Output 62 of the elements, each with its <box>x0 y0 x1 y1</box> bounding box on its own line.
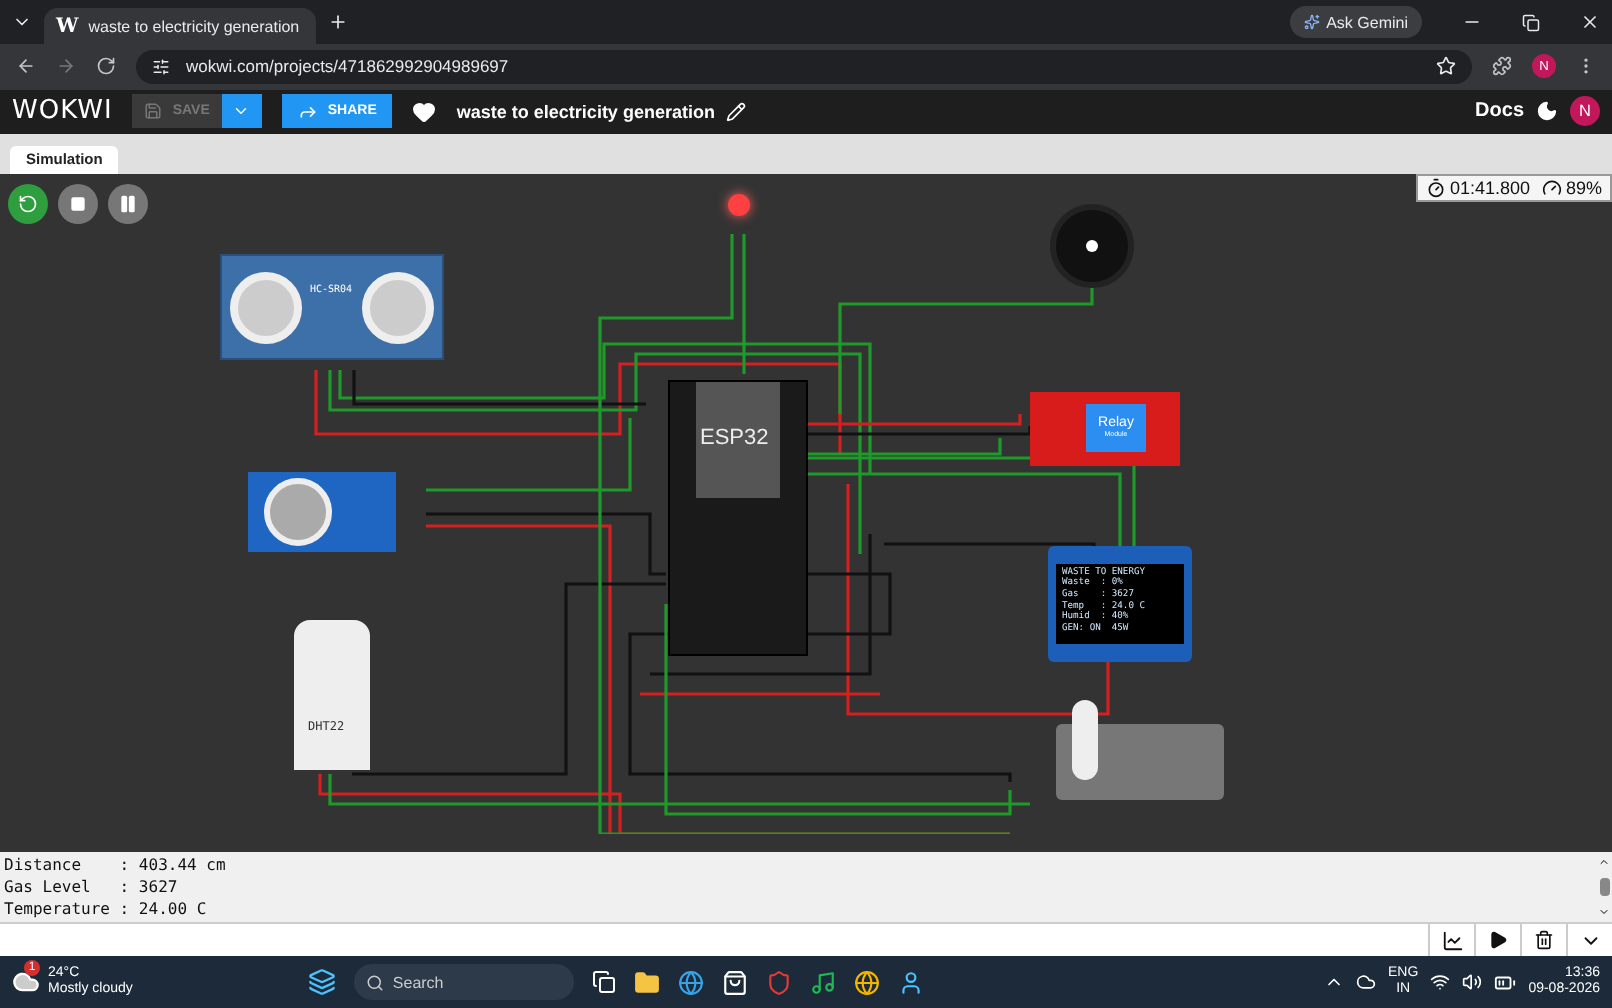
transducer-drawing <box>362 271 434 344</box>
cloud-icon[interactable] <box>1356 972 1377 993</box>
reload-icon[interactable] <box>96 56 116 77</box>
trash-icon <box>1534 930 1554 951</box>
share-icon <box>297 101 318 122</box>
chip-label: ESP32 <box>700 425 769 450</box>
site-logo: W <box>56 15 79 37</box>
browser-icon[interactable] <box>854 969 881 996</box>
search-icon <box>366 973 385 992</box>
bookmark-star-icon[interactable] <box>1436 56 1456 77</box>
bag-icon[interactable] <box>722 969 749 996</box>
heart-icon[interactable] <box>412 99 437 124</box>
music-icon[interactable] <box>810 969 837 996</box>
speaker-icon[interactable] <box>1462 972 1483 993</box>
back-icon[interactable] <box>16 56 36 77</box>
save-options-button[interactable] <box>221 94 262 129</box>
serial-output-line: Temperature : 24.00 C <box>4 898 209 921</box>
simulation-speed: 89% <box>1565 177 1602 198</box>
scroll-up-icon[interactable] <box>1598 856 1610 869</box>
scrollbar-thumb[interactable] <box>1599 878 1609 897</box>
battery-icon[interactable] <box>1494 971 1517 994</box>
serial-output-line: Distance : 403.44 cm <box>4 854 228 877</box>
cloud-icon <box>12 968 40 997</box>
transducer-drawing <box>230 271 302 344</box>
stop-icon <box>70 195 86 212</box>
pause-icon <box>118 193 138 214</box>
search-field[interactable]: Search <box>354 964 575 1001</box>
edit-icon[interactable] <box>726 101 747 122</box>
play-icon <box>1488 930 1508 951</box>
scroll-down-icon[interactable] <box>1598 906 1610 919</box>
gauge-icon <box>1541 177 1562 198</box>
shield-icon[interactable] <box>766 969 793 996</box>
timer-icon <box>1425 177 1446 198</box>
simulation-time: 01:41.800 <box>1449 177 1530 198</box>
new-tab-icon[interactable] <box>328 12 348 32</box>
ask-gemini-button[interactable]: Ask Gemini <box>1290 6 1422 38</box>
theme-icon[interactable] <box>1536 100 1558 123</box>
globe-icon[interactable] <box>678 969 705 996</box>
buzzer-drawing <box>1050 203 1134 288</box>
forward-icon[interactable] <box>56 56 76 77</box>
stop-button[interactable] <box>58 183 98 224</box>
project-title: waste to electricity generation <box>456 101 715 122</box>
tab-title: waste to electricity generation <box>88 17 300 35</box>
person-icon[interactable] <box>898 969 925 996</box>
serial-output-line: Gas Level : 3627 <box>4 876 180 899</box>
wokwi-logo: WOKWI <box>12 96 113 127</box>
restart-button[interactable] <box>8 183 48 224</box>
restore-icon[interactable] <box>1522 13 1540 31</box>
chart-icon <box>1441 929 1463 952</box>
extensions-icon[interactable] <box>1492 56 1512 77</box>
task-view-icon[interactable] <box>592 970 617 995</box>
browser-tab[interactable]: W waste to electricity generation <box>44 8 316 44</box>
pause-button[interactable] <box>108 183 148 224</box>
site-info-icon <box>152 57 170 76</box>
user-avatar[interactable]: N <box>1570 96 1600 127</box>
close-icon[interactable] <box>1580 12 1600 32</box>
sparkle-icon <box>1304 14 1321 30</box>
restart-icon <box>18 193 38 214</box>
save-icon <box>144 102 163 121</box>
address-bar[interactable]: wokwi.com/projects/471862992904989697 <box>136 49 1472 84</box>
docs-link[interactable]: Docs <box>1475 100 1524 123</box>
folder-icon[interactable] <box>634 969 661 996</box>
